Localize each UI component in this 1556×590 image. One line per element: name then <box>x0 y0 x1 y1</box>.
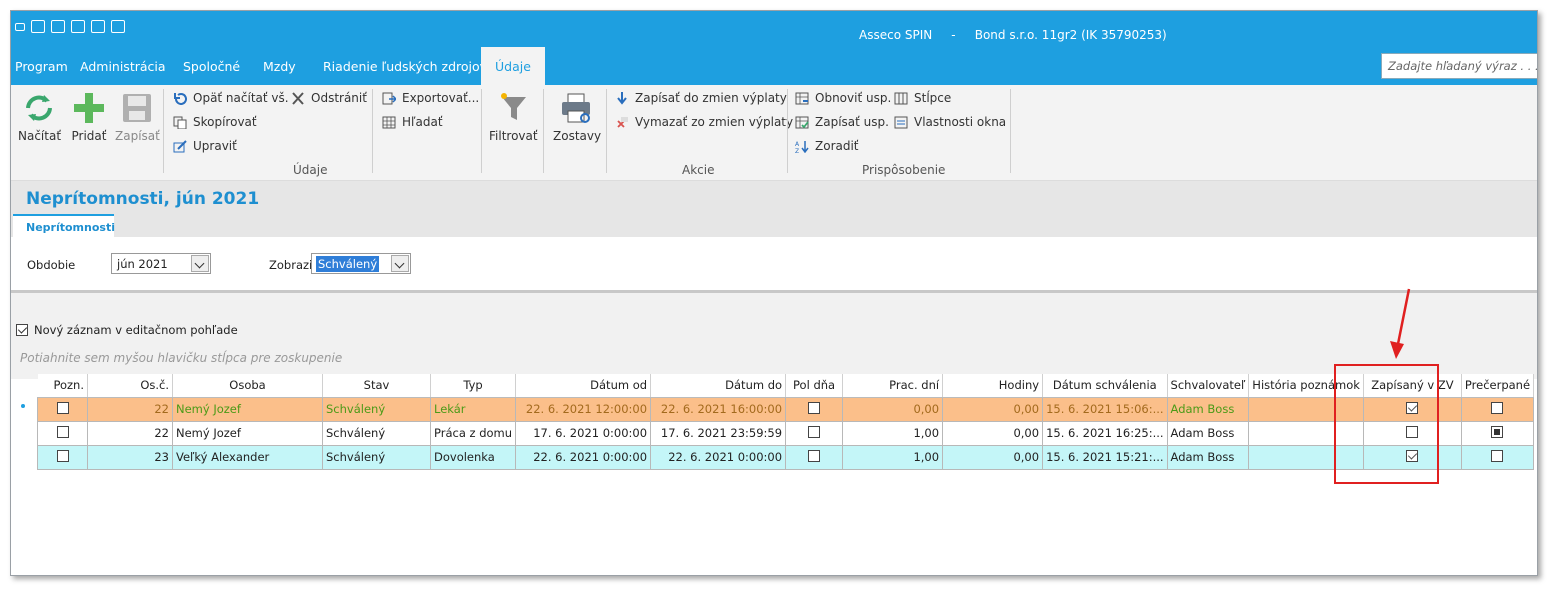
app-window: Asseco SPIN - Bond s.r.o. 11gr2 (IK 3579… <box>10 10 1538 576</box>
annotation-arrow-icon <box>1390 288 1411 359</box>
